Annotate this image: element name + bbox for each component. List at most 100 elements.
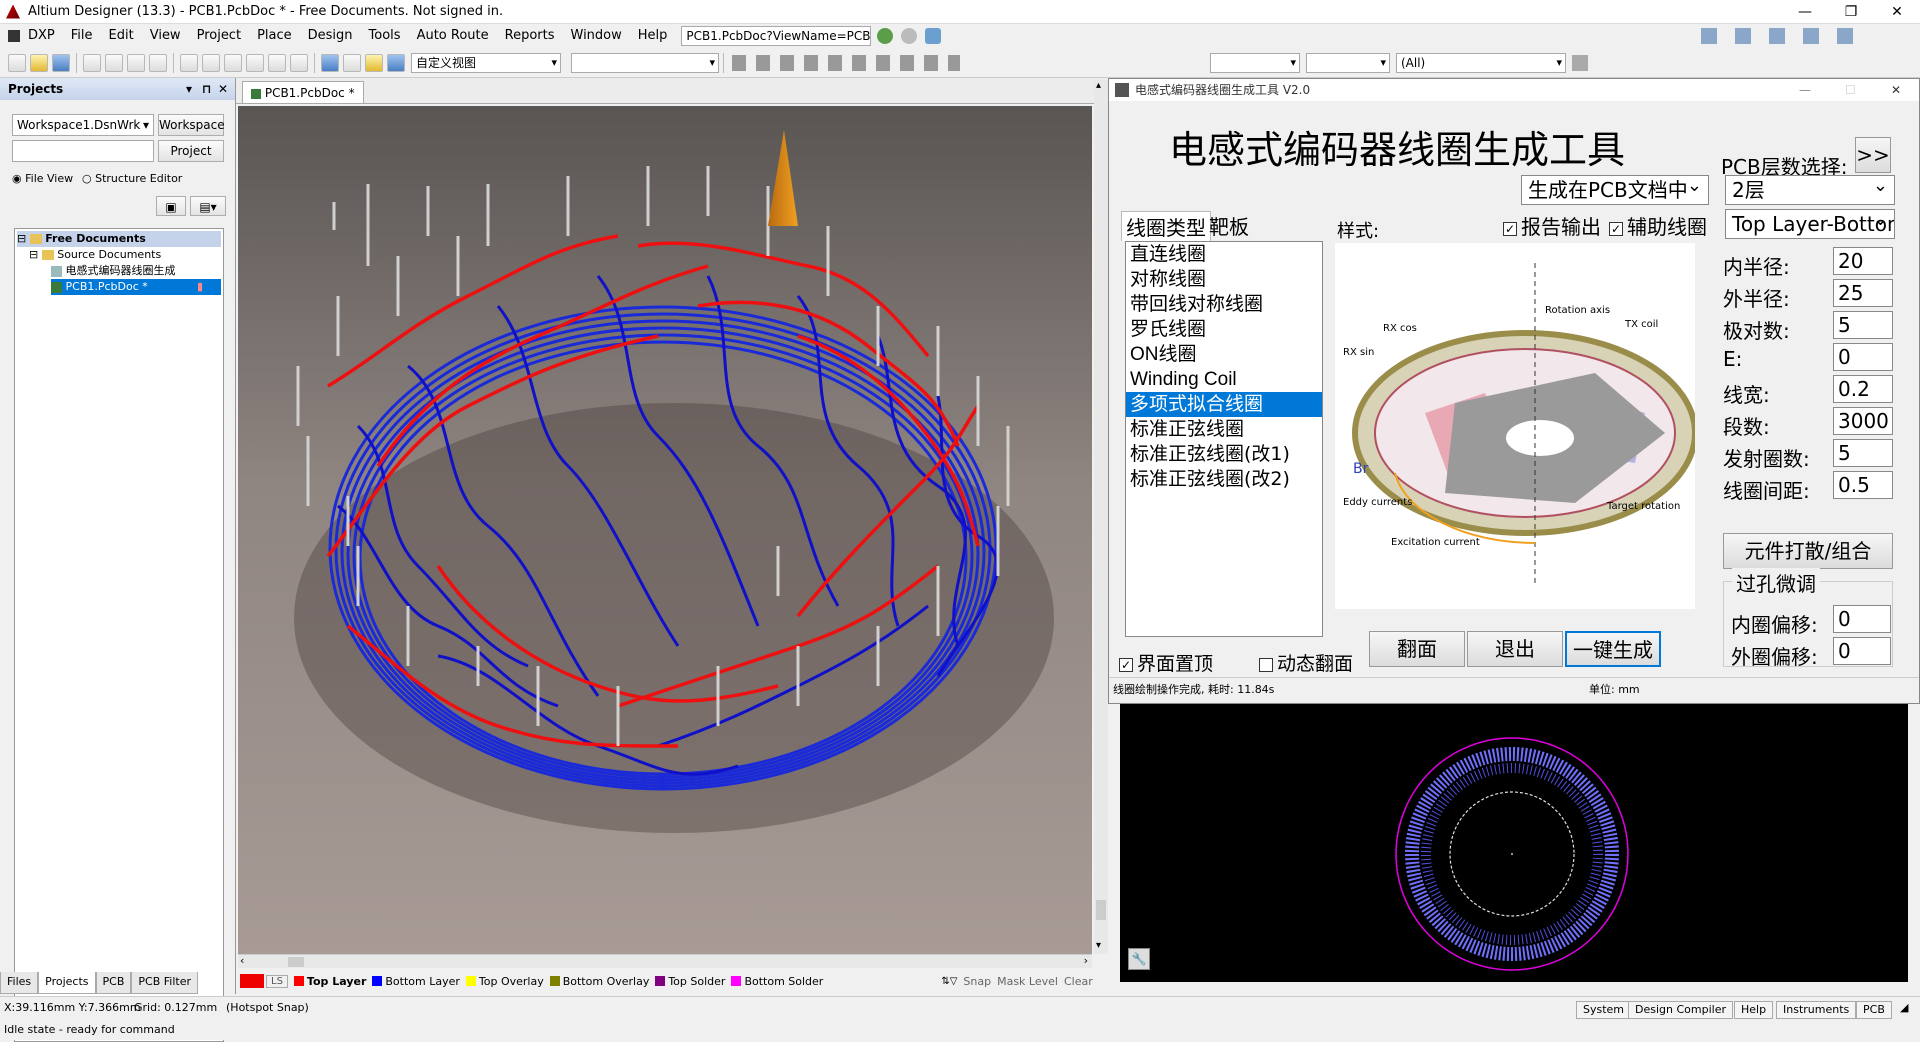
layer-color-swatch[interactable] bbox=[240, 974, 264, 988]
layer-tab-top-overlay[interactable]: Top Overlay bbox=[465, 975, 544, 988]
menu-place[interactable]: Place bbox=[249, 24, 300, 48]
tab-pcb-document[interactable]: PCB1.PcbDoc * bbox=[242, 81, 364, 103]
project-options-icon[interactable]: ▤▾ bbox=[190, 196, 226, 216]
list-item[interactable]: 直连线圈 bbox=[1126, 242, 1322, 267]
minimize-icon[interactable]: — bbox=[1782, 0, 1828, 24]
cut-icon[interactable] bbox=[180, 53, 198, 72]
more-button[interactable]: >> bbox=[1855, 137, 1891, 173]
maximize-icon[interactable]: ❐ bbox=[1828, 0, 1874, 24]
layer-tab-top-solder[interactable]: Top Solder bbox=[655, 975, 725, 988]
menu-design[interactable]: Design bbox=[300, 24, 361, 48]
chevron-up-icon[interactable]: ▴ bbox=[1096, 80, 1101, 91]
chevron-right-icon[interactable]: › bbox=[1084, 954, 1088, 967]
tree-doc-pcb[interactable]: PCB1.PcbDoc * ▮ bbox=[51, 279, 221, 295]
panel-close-icon[interactable]: ✕ bbox=[218, 78, 228, 100]
help-button[interactable]: Help bbox=[1734, 1001, 1774, 1019]
vertical-scrollbar[interactable]: ▴ ▾ bbox=[1094, 80, 1108, 954]
address-field[interactable]: PCB1.PcbDoc?ViewName=PCBE bbox=[681, 26, 872, 46]
coil-type-list[interactable]: 直连线圈 对称线圈 带回线对称线圈 罗氏线圈 ON线圈 Winding Coil… bbox=[1125, 241, 1323, 637]
tab-coil-type[interactable]: 线圈类型 bbox=[1121, 211, 1211, 241]
dynamic-flip-checkbox[interactable]: 动态翻面 bbox=[1259, 649, 1353, 676]
redo-icon[interactable] bbox=[343, 53, 361, 72]
file-view-radio[interactable]: ◉ File View bbox=[12, 172, 73, 185]
layer-tab-bottom-solder[interactable]: Bottom Solder bbox=[731, 975, 823, 988]
scatter-combine-button[interactable]: 元件打散/组合 bbox=[1723, 533, 1893, 569]
project-field[interactable] bbox=[12, 140, 154, 162]
zoom-area-icon[interactable] bbox=[149, 53, 167, 72]
clear-button[interactable]: Clear bbox=[1064, 975, 1093, 988]
layer-count-combo[interactable]: 2层 bbox=[1725, 175, 1895, 205]
zoom-fit-icon[interactable] bbox=[127, 53, 145, 72]
scroll-thumb[interactable] bbox=[288, 957, 304, 967]
highlight-icon[interactable] bbox=[365, 53, 383, 72]
home-icon[interactable] bbox=[925, 28, 942, 44]
coil-spacing-input[interactable]: 0.5 bbox=[1833, 471, 1893, 499]
pcb-button[interactable]: PCB bbox=[1856, 1001, 1892, 1019]
collapse-icon[interactable]: ⊟ bbox=[29, 248, 38, 261]
maximize-icon[interactable]: ☐ bbox=[1845, 79, 1856, 101]
workspace-combo[interactable]: Workspace1.DsnWrk ▾ bbox=[12, 114, 154, 136]
component-combo[interactable] bbox=[1306, 52, 1390, 73]
pole-pairs-input[interactable]: 5 bbox=[1833, 311, 1893, 339]
pin-top-checkbox[interactable]: ✓ 界面置顶 bbox=[1119, 649, 1213, 676]
forward-icon[interactable] bbox=[901, 28, 918, 44]
tab-files[interactable]: Files bbox=[0, 972, 39, 994]
gen-target-combo[interactable]: 生成在PCB文档中 bbox=[1521, 175, 1709, 205]
back-icon[interactable] bbox=[877, 28, 894, 44]
menu-help[interactable]: Help bbox=[630, 24, 676, 48]
outer-radius-input[interactable]: 25 bbox=[1833, 279, 1893, 307]
compile-icon[interactable]: ▣ bbox=[156, 196, 186, 216]
route-tools-icons[interactable] bbox=[732, 54, 960, 71]
system-button[interactable]: System bbox=[1576, 1001, 1632, 1019]
workspace-button[interactable]: Workspace bbox=[158, 114, 225, 136]
horizontal-scrollbar[interactable]: ‹ › bbox=[238, 954, 1092, 968]
e-input[interactable]: 0 bbox=[1833, 343, 1893, 371]
tree-doc-schlib[interactable]: 电感式编码器线圈生成 bbox=[51, 263, 221, 279]
tab-pcb-filter[interactable]: PCB Filter bbox=[131, 972, 198, 994]
filter-combo[interactable] bbox=[571, 52, 719, 73]
zoom-icon[interactable] bbox=[105, 53, 123, 72]
list-item[interactable]: 罗氏线圈 bbox=[1126, 317, 1322, 342]
select-icon[interactable] bbox=[246, 53, 264, 72]
collapse-icon[interactable]: ⊟ bbox=[17, 232, 26, 245]
menu-file[interactable]: File bbox=[63, 24, 101, 48]
layer-scroll-icon[interactable]: ⇅▽ bbox=[941, 976, 957, 987]
list-item[interactable]: Winding Coil bbox=[1126, 367, 1322, 392]
layer-stack-combo[interactable]: Top Layer-Bottom bbox=[1725, 209, 1895, 239]
net-combo[interactable] bbox=[1210, 52, 1300, 73]
menu-window[interactable]: Window bbox=[563, 24, 630, 48]
minimize-icon[interactable]: — bbox=[1799, 79, 1811, 101]
tools-icon[interactable]: 🔧 bbox=[1128, 948, 1150, 970]
line-width-input[interactable]: 0.2 bbox=[1833, 375, 1893, 403]
layer-tab-bottom-layer[interactable]: Bottom Layer bbox=[372, 975, 460, 988]
mask-level-button[interactable]: Mask Level bbox=[997, 975, 1058, 988]
save-icon[interactable] bbox=[52, 53, 70, 72]
scroll-thumb[interactable] bbox=[1096, 900, 1106, 920]
design-compiler-button[interactable]: Design Compiler bbox=[1628, 1001, 1733, 1019]
exit-button[interactable]: 退出 bbox=[1467, 631, 1563, 667]
panel-pin-icon[interactable]: ⊓ bbox=[202, 78, 212, 100]
move-icon[interactable] bbox=[268, 53, 286, 72]
dxp-icon[interactable] bbox=[8, 30, 20, 42]
snap-button[interactable]: Snap bbox=[963, 975, 991, 988]
list-item[interactable]: 标准正弦线圈 bbox=[1126, 417, 1322, 442]
instruments-button[interactable]: Instruments bbox=[1776, 1001, 1857, 1019]
outer-offset-input[interactable]: 0 bbox=[1833, 637, 1891, 665]
tab-projects[interactable]: Projects bbox=[38, 972, 96, 994]
menu-dxp[interactable]: DXP bbox=[20, 24, 63, 48]
list-item[interactable]: 对称线圈 bbox=[1126, 267, 1322, 292]
list-item[interactable]: 标准正弦线圈(改1) bbox=[1126, 442, 1322, 467]
layer-tab-bottom-overlay[interactable]: Bottom Overlay bbox=[549, 975, 649, 988]
list-item[interactable]: 带回线对称线圈 bbox=[1126, 292, 1322, 317]
panel-menu-icon[interactable]: ▾ bbox=[186, 78, 192, 100]
report-output-checkbox[interactable]: ✓ 报告输出 bbox=[1503, 211, 1601, 240]
list-item[interactable]: ON线圈 bbox=[1126, 342, 1322, 367]
close-icon[interactable]: ✕ bbox=[1874, 0, 1920, 24]
panel-layout-icons[interactable] bbox=[1701, 28, 1862, 44]
print-icon[interactable] bbox=[83, 53, 101, 72]
menu-reports[interactable]: Reports bbox=[497, 24, 563, 48]
new-icon[interactable] bbox=[8, 53, 26, 72]
inner-offset-input[interactable]: 0 bbox=[1833, 605, 1891, 633]
list-item[interactable]: 标准正弦线圈(改2) bbox=[1126, 467, 1322, 492]
view-config-combo[interactable]: 自定义视图 bbox=[411, 52, 561, 73]
